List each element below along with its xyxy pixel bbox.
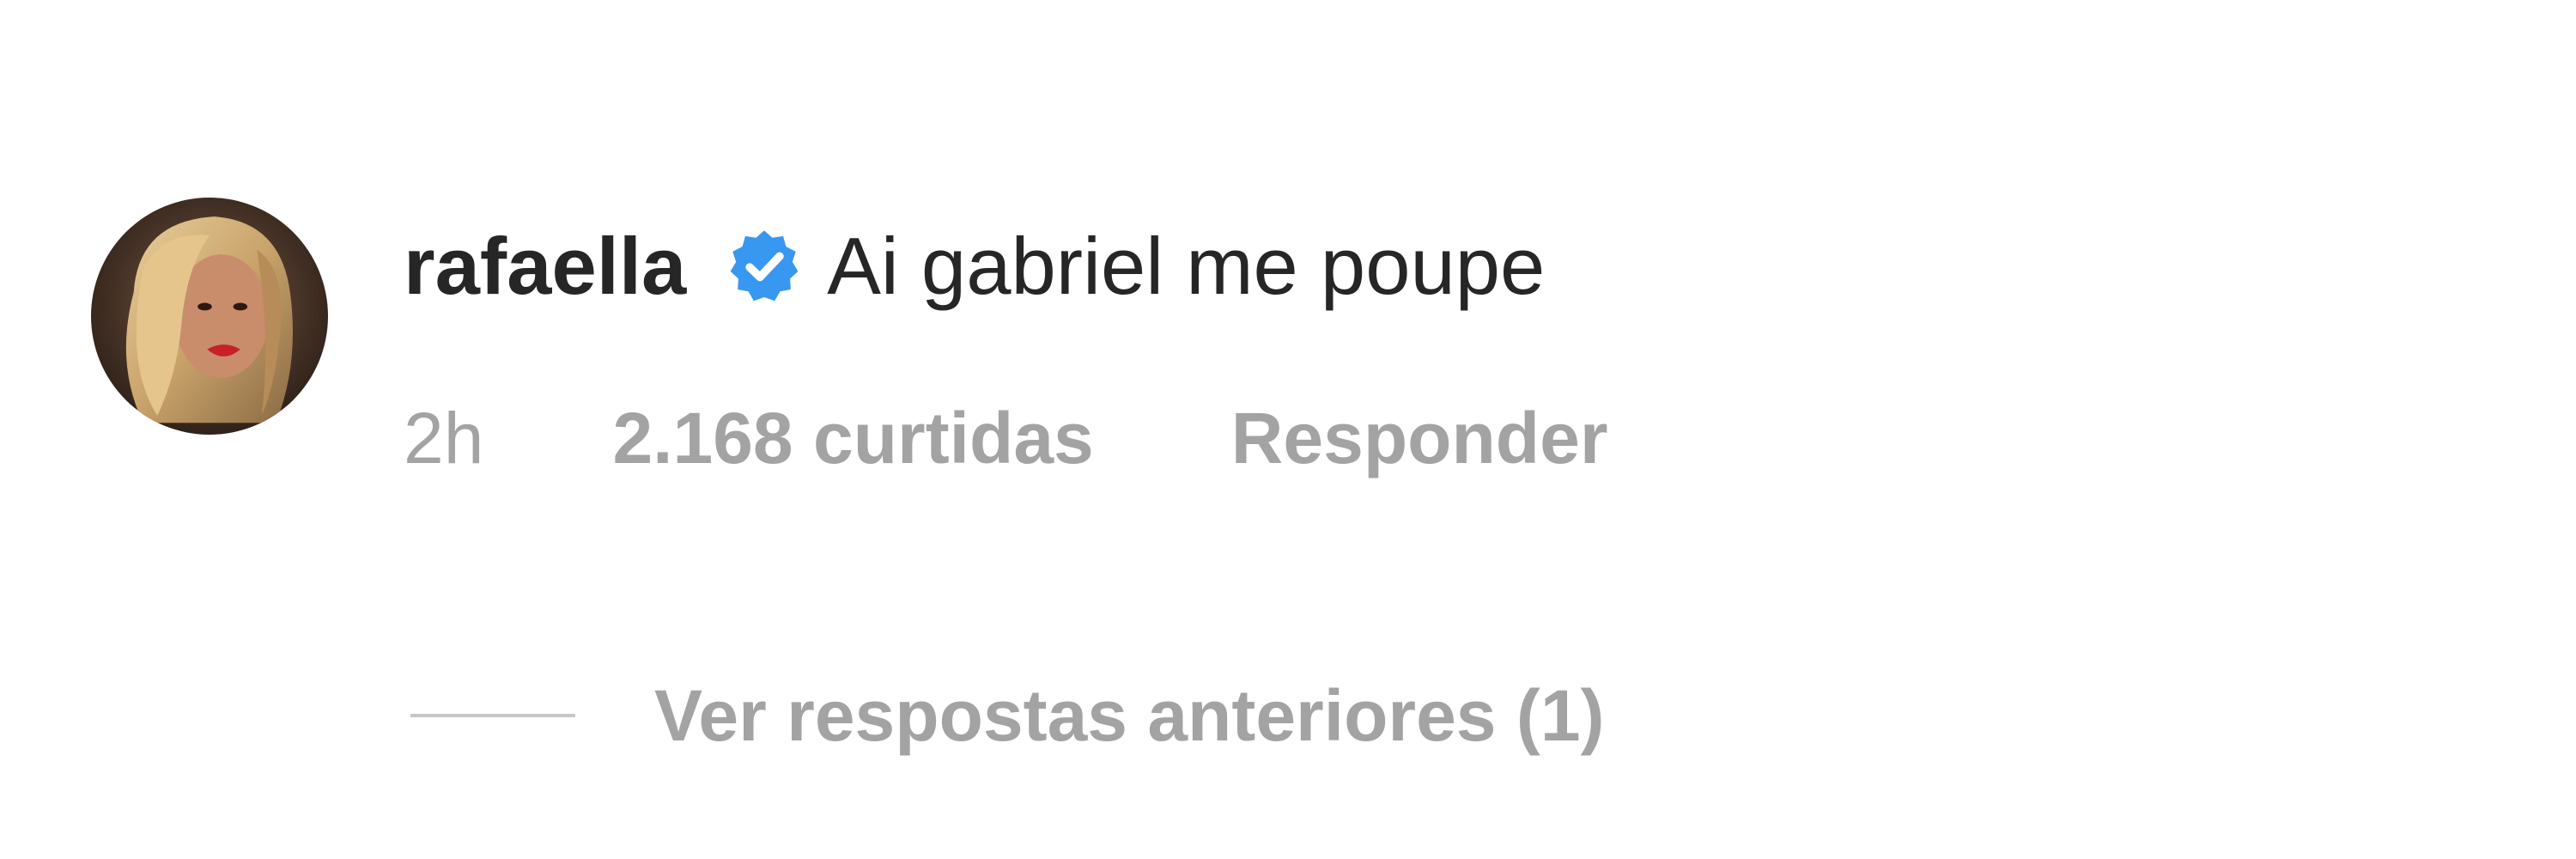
- avatar-image: [91, 198, 328, 435]
- verified-badge-icon: [726, 228, 803, 305]
- comment-text: Ai gabriel me poupe: [827, 221, 1546, 311]
- replies-divider-line: [410, 714, 575, 717]
- likes-count-link[interactable]: 2.168 curtidas: [612, 397, 1093, 480]
- reply-button[interactable]: Responder: [1231, 397, 1608, 480]
- comment-body: rafaella Ai gabriel me poupe: [404, 215, 1545, 318]
- avatar[interactable]: [91, 198, 328, 435]
- comment-timestamp: 2h: [404, 397, 484, 478]
- comment-meta: 2h 2.168 curtidas Responder: [404, 391, 1608, 485]
- view-replies-button[interactable]: Ver respostas anteriores (1): [410, 668, 1605, 763]
- comment-container: rafaella Ai gabriel me poupe 2h 2.168 cu…: [0, 0, 2576, 859]
- view-replies-label: Ver respostas anteriores (1): [654, 674, 1605, 756]
- username-link[interactable]: rafaella: [404, 220, 686, 313]
